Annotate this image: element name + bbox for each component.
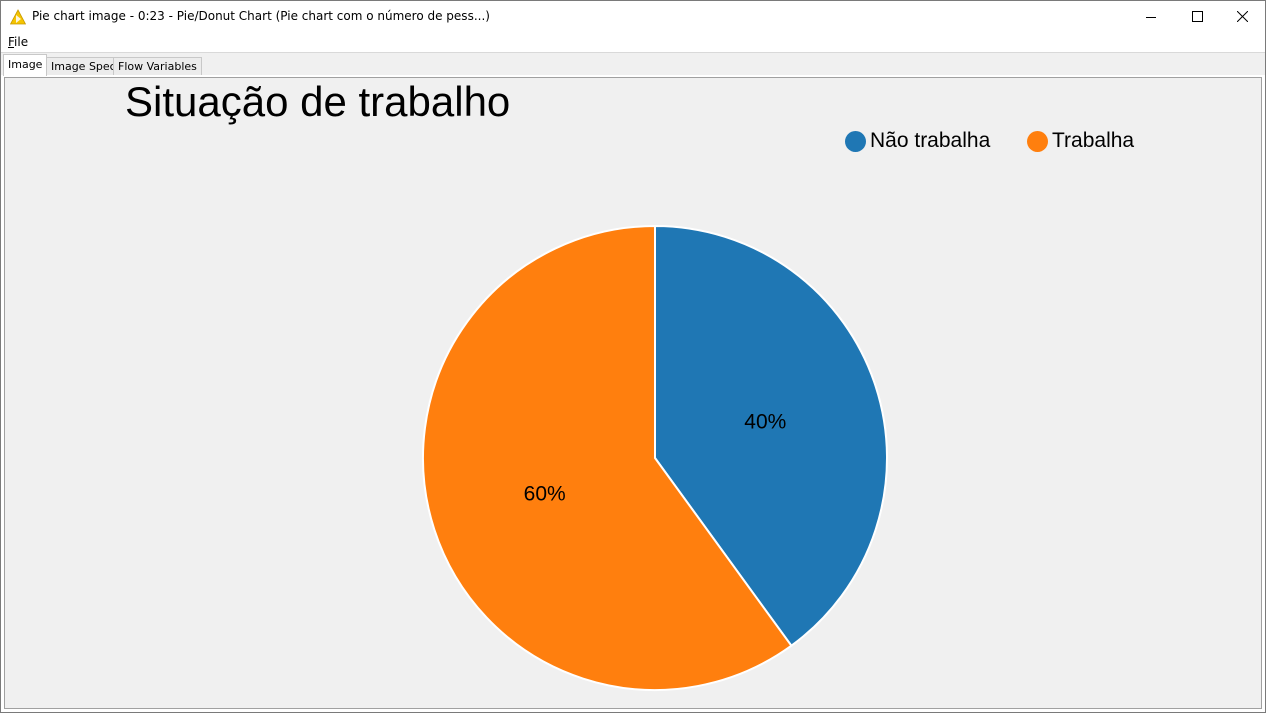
window-title: Pie chart image - 0:23 - Pie/Donut Chart… xyxy=(32,9,490,23)
maximize-icon xyxy=(1191,11,1203,22)
close-button[interactable] xyxy=(1219,1,1265,32)
tab-flow-variables[interactable]: Flow Variables xyxy=(113,57,202,75)
app-window: Pie chart image - 0:23 - Pie/Donut Chart… xyxy=(0,0,1266,713)
minimize-button[interactable] xyxy=(1128,1,1174,32)
legend-label-nao-trabalha: Não trabalha xyxy=(870,129,991,152)
legend-item-trabalha[interactable]: Trabalha xyxy=(1027,126,1134,156)
pie-label-trabalha: 60% xyxy=(524,482,566,505)
maximize-button[interactable] xyxy=(1174,1,1220,32)
knime-warning-triangle-icon xyxy=(9,9,27,25)
chart-view: 40% 60% Situação de trabalho Não trabalha… xyxy=(4,77,1262,709)
tab-image[interactable]: Image xyxy=(3,54,48,76)
pie-chart: 40% 60% xyxy=(422,224,888,691)
pie-label-nao-trabalha: 40% xyxy=(744,411,786,434)
menu-bar: File xyxy=(1,32,1265,52)
menu-file[interactable]: File xyxy=(8,35,28,49)
legend-label-trabalha: Trabalha xyxy=(1052,129,1135,152)
legend-item-nao-trabalha[interactable]: Não trabalha xyxy=(845,126,990,156)
close-icon xyxy=(1236,11,1248,22)
menu-file-label: ile xyxy=(14,35,29,49)
tab-image-spec[interactable]: Image Spec xyxy=(46,57,121,75)
tab-bar: Image Image Spec Flow Variables xyxy=(1,53,1265,76)
chart-legend: Não trabalha Trabalha xyxy=(5,126,1261,156)
minimize-icon xyxy=(1146,12,1156,22)
chart-title: Situação de trabalho xyxy=(125,78,511,125)
legend-swatch-nao-trabalha xyxy=(845,130,866,152)
legend-swatch-trabalha xyxy=(1027,130,1048,152)
title-bar[interactable]: Pie chart image - 0:23 - Pie/Donut Chart… xyxy=(1,1,1265,32)
